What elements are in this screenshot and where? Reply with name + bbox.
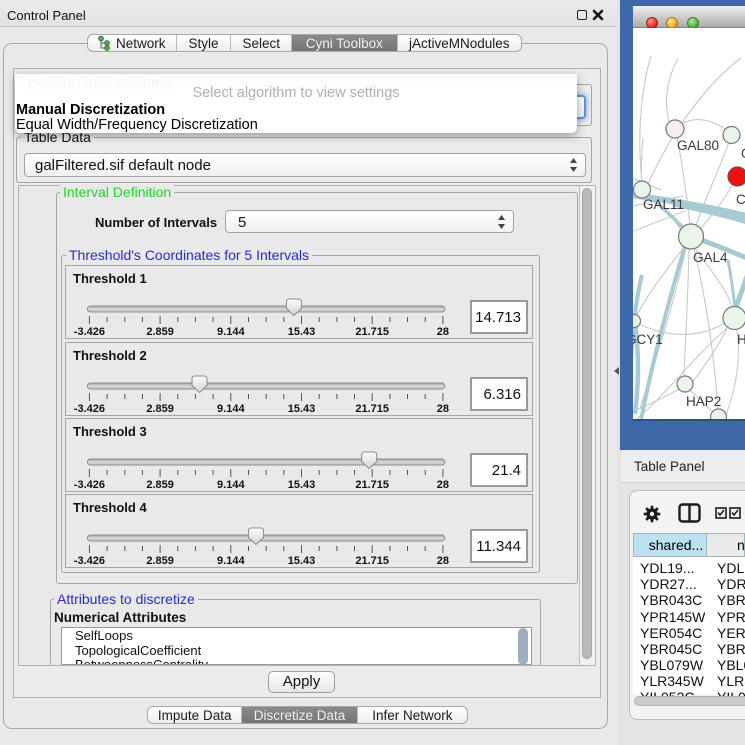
svg-text:2.859: 2.859	[146, 479, 174, 491]
svg-text:15.43: 15.43	[288, 479, 316, 491]
svg-text:2.859: 2.859	[146, 326, 174, 338]
svg-text:-3.426: -3.426	[74, 479, 105, 491]
svg-text:9.144: 9.144	[217, 326, 245, 338]
svg-text:28: 28	[437, 555, 449, 567]
svg-text:15.43: 15.43	[288, 555, 316, 567]
svg-text:28: 28	[437, 326, 449, 338]
svg-text:21.715: 21.715	[355, 326, 389, 338]
svg-text:9.144: 9.144	[217, 555, 245, 567]
svg-text:-3.426: -3.426	[74, 555, 105, 567]
svg-text:28: 28	[437, 403, 449, 415]
svg-text:-3.426: -3.426	[74, 403, 105, 415]
svg-text:GAL80: GAL80	[677, 138, 719, 153]
svg-text:HAP2: HAP2	[686, 394, 721, 409]
svg-text:2.859: 2.859	[146, 555, 174, 567]
svg-text:C: C	[736, 192, 745, 207]
svg-text:21.715: 21.715	[355, 479, 389, 491]
svg-text:GCY1: GCY1	[633, 332, 663, 347]
svg-text:GAL11: GAL11	[643, 197, 684, 212]
svg-text:2.859: 2.859	[146, 403, 174, 415]
svg-text:21.715: 21.715	[355, 555, 389, 567]
svg-text:15.43: 15.43	[288, 403, 316, 415]
svg-text:9.144: 9.144	[217, 403, 245, 415]
svg-text:28: 28	[437, 479, 449, 491]
svg-text:9.144: 9.144	[217, 479, 245, 491]
svg-text:H: H	[737, 332, 745, 347]
svg-text:-3.426: -3.426	[74, 326, 105, 338]
svg-text:15.43: 15.43	[288, 326, 316, 338]
svg-text:GAL4: GAL4	[693, 250, 728, 265]
svg-text:G.: G.	[741, 146, 745, 161]
svg-text:21.715: 21.715	[355, 403, 389, 415]
